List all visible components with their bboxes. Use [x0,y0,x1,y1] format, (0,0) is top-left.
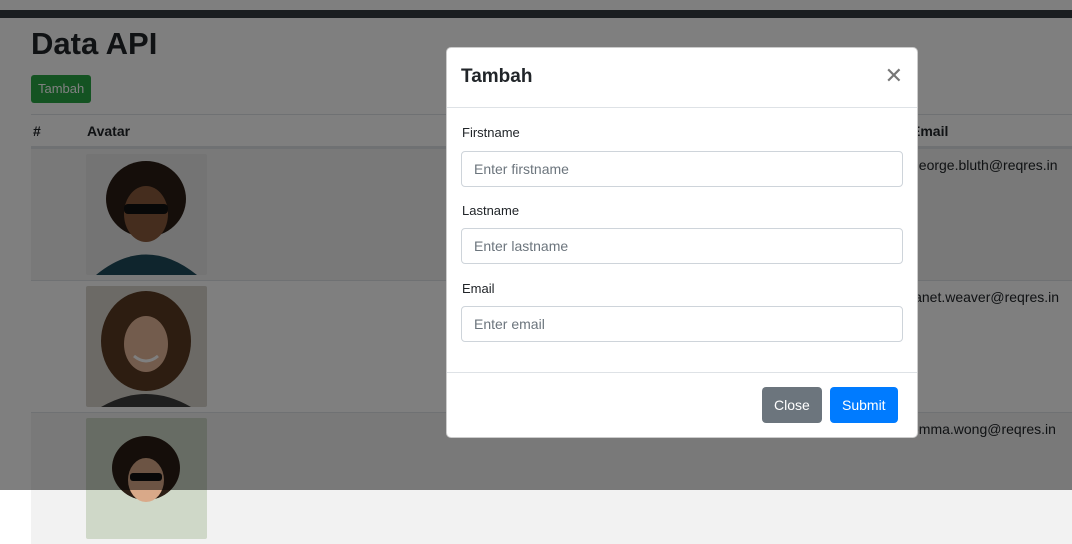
modal-header: Tambah ✕ [447,48,917,108]
close-icon[interactable]: ✕ [885,65,903,87]
close-button[interactable]: Close [762,387,822,423]
email-label: Email [462,281,495,296]
add-user-modal: Tambah ✕ Firstname Lastname Email Close … [446,47,918,438]
submit-button[interactable]: Submit [830,387,898,423]
email-input[interactable] [461,306,903,342]
firstname-input[interactable] [461,151,903,187]
lastname-input[interactable] [461,228,903,264]
lastname-label: Lastname [462,203,520,218]
modal-footer: Close Submit [447,372,917,438]
firstname-label: Firstname [462,125,520,140]
modal-title: Tambah [461,66,533,87]
